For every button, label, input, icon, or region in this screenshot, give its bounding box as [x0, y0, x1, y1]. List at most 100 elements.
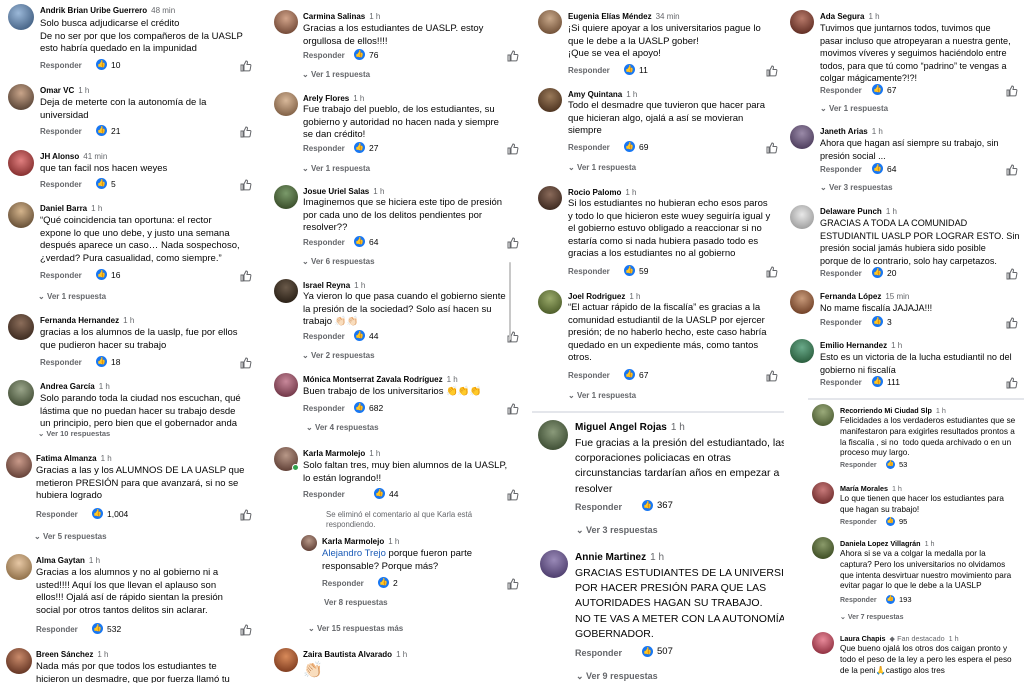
view-replies-button[interactable]: ⌄ Ver 6 respuestas	[302, 257, 375, 266]
avatar[interactable]	[538, 420, 568, 450]
reply-button[interactable]: Responder	[303, 144, 345, 153]
like-icon[interactable]	[766, 265, 778, 278]
comment-author[interactable]: JH Alonso 41 min	[40, 152, 107, 161]
reply-button[interactable]: Responder	[303, 490, 345, 499]
like-icon[interactable]	[1006, 376, 1018, 389]
comment-time[interactable]: 41 min	[83, 152, 107, 161]
comment-author[interactable]: Miguel Angel Rojas 1 h	[575, 422, 685, 433]
view-replies-button[interactable]: Ver 8 respuestas	[324, 598, 388, 607]
reply-button[interactable]: Responder	[568, 371, 610, 380]
comment-time[interactable]: 1 h	[925, 539, 935, 548]
comment-time[interactable]: 1 h	[354, 281, 365, 290]
reaction-count[interactable]: 👍 20	[872, 267, 896, 278]
like-icon[interactable]	[240, 59, 252, 72]
reaction-count[interactable]: 👍 67	[872, 84, 896, 95]
reply-button[interactable]: Responder	[568, 267, 610, 276]
reaction-count[interactable]: 👍 682	[354, 402, 383, 413]
reaction-count[interactable]: 👍 27	[354, 142, 378, 153]
reaction-count[interactable]: 👍 10	[96, 59, 120, 70]
comment-author[interactable]: Rocio Palomo 1 h	[568, 188, 636, 197]
avatar[interactable]	[538, 10, 562, 34]
comment-author[interactable]: María Morales 1 h	[840, 484, 902, 493]
view-replies-button[interactable]: ⌄ Ver 1 respuesta	[568, 391, 636, 400]
avatar[interactable]	[790, 125, 814, 149]
comment-time[interactable]: 1 h	[650, 552, 664, 563]
reaction-count[interactable]: 👍 44	[374, 488, 398, 499]
reply-button[interactable]: Responder	[40, 358, 82, 367]
reaction-count[interactable]: 👍 367	[642, 500, 673, 511]
reaction-count[interactable]: 👍 76	[354, 49, 378, 60]
reaction-count[interactable]: 👍 21	[96, 125, 120, 136]
comment-time[interactable]: 1 h	[396, 650, 407, 659]
view-replies-button[interactable]: ⌄ Ver 1 respuesta	[302, 164, 370, 173]
avatar[interactable]	[6, 452, 32, 478]
reaction-count[interactable]: 👍 67	[624, 369, 648, 380]
reply-button[interactable]: Responder	[820, 269, 862, 278]
view-replies-button[interactable]: ⌄ Ver 1 respuesta	[568, 163, 636, 172]
view-replies-button[interactable]: ⌄ Ver 3 respuestas	[576, 525, 658, 536]
like-icon[interactable]	[240, 178, 252, 191]
comment-author[interactable]: Amy Quintana 1 h	[568, 90, 637, 99]
avatar[interactable]	[8, 314, 34, 340]
comment-time[interactable]: 1 h	[91, 204, 102, 213]
avatar[interactable]	[812, 482, 834, 504]
reaction-count[interactable]: 👍 193	[886, 595, 912, 604]
reply-button[interactable]: Responder	[36, 625, 78, 634]
reply-button[interactable]: Responder	[840, 462, 877, 469]
comment-author[interactable]: Andrik Brian Uribe Guerrero 48 min	[40, 6, 175, 15]
reaction-count[interactable]: 👍 53	[886, 460, 907, 469]
reply-button[interactable]: Responder	[303, 51, 345, 60]
avatar[interactable]	[274, 10, 298, 34]
reaction-count[interactable]: 👍 2	[378, 577, 398, 588]
comment-time[interactable]: 1 h	[101, 454, 112, 463]
comment-time[interactable]: 1 h	[373, 187, 384, 196]
avatar[interactable]	[274, 648, 298, 672]
avatar[interactable]	[274, 185, 298, 209]
comment-author[interactable]: Karla Marmolejo 1 h	[303, 449, 380, 458]
comment-time[interactable]: 1 h	[353, 94, 364, 103]
avatar[interactable]	[8, 202, 34, 228]
reaction-count[interactable]: 👍 64	[872, 163, 896, 174]
reply-button[interactable]: Responder	[36, 510, 78, 519]
comment-author[interactable]: Zaira Bautista Alvarado 1 h	[303, 650, 407, 659]
comment-time[interactable]: 1 h	[123, 316, 134, 325]
reaction-count[interactable]: 👍 5	[96, 178, 116, 189]
reply-button[interactable]: Responder	[820, 165, 862, 174]
comment-author[interactable]: Karla Marmolejo 1 h	[322, 537, 399, 546]
avatar[interactable]	[812, 404, 834, 426]
avatar[interactable]	[8, 4, 34, 30]
like-icon[interactable]	[507, 577, 519, 590]
avatar[interactable]	[538, 88, 562, 112]
reaction-count[interactable]: 👍 11	[624, 64, 648, 75]
comment-author[interactable]: Delaware Punch 1 h	[820, 207, 897, 216]
view-replies-button[interactable]: ⌄ Ver 7 respuestas	[840, 613, 903, 621]
comment-time[interactable]: 1 h	[99, 382, 110, 391]
avatar[interactable]	[274, 373, 298, 397]
comment-time[interactable]: 48 min	[151, 6, 175, 15]
comment-time[interactable]: 1 h	[671, 422, 685, 433]
comment-author[interactable]: Eugenia Elías Méndez 34 min	[568, 12, 680, 21]
view-replies-button[interactable]: ⌄ Ver 4 respuestas	[306, 423, 379, 432]
like-icon[interactable]	[1006, 163, 1018, 176]
like-icon[interactable]	[507, 402, 519, 415]
avatar[interactable]	[812, 537, 834, 559]
reply-button[interactable]: Responder	[840, 597, 877, 604]
reply-button[interactable]: Responder	[575, 502, 622, 512]
comment-time[interactable]: 15 min	[885, 292, 909, 301]
comment-time[interactable]: 1 h	[936, 406, 946, 415]
reaction-count[interactable]: 👍 16	[96, 269, 120, 280]
reaction-count[interactable]: 👍 64	[354, 236, 378, 247]
comment-time[interactable]: 1 h	[892, 484, 902, 493]
like-icon[interactable]	[766, 64, 778, 77]
comment-author[interactable]: Joel Rodriguez 1 h	[568, 292, 640, 301]
avatar[interactable]	[6, 648, 32, 674]
comment-time[interactable]: 1 h	[629, 292, 640, 301]
comment-time[interactable]: 1 h	[872, 127, 883, 136]
comment-author[interactable]: Josue Uriel Salas 1 h	[303, 187, 384, 196]
comment-author[interactable]: Fernanda Hernandez 1 h	[40, 316, 134, 325]
comment-author[interactable]: Arely Flores 1 h	[303, 94, 364, 103]
comment-time[interactable]: 1 h	[626, 90, 637, 99]
avatar[interactable]	[790, 205, 814, 229]
view-replies-button[interactable]: ⌄ Ver 5 respuestas	[34, 532, 107, 541]
comment-author[interactable]: Fatima Almanza 1 h	[36, 454, 112, 463]
